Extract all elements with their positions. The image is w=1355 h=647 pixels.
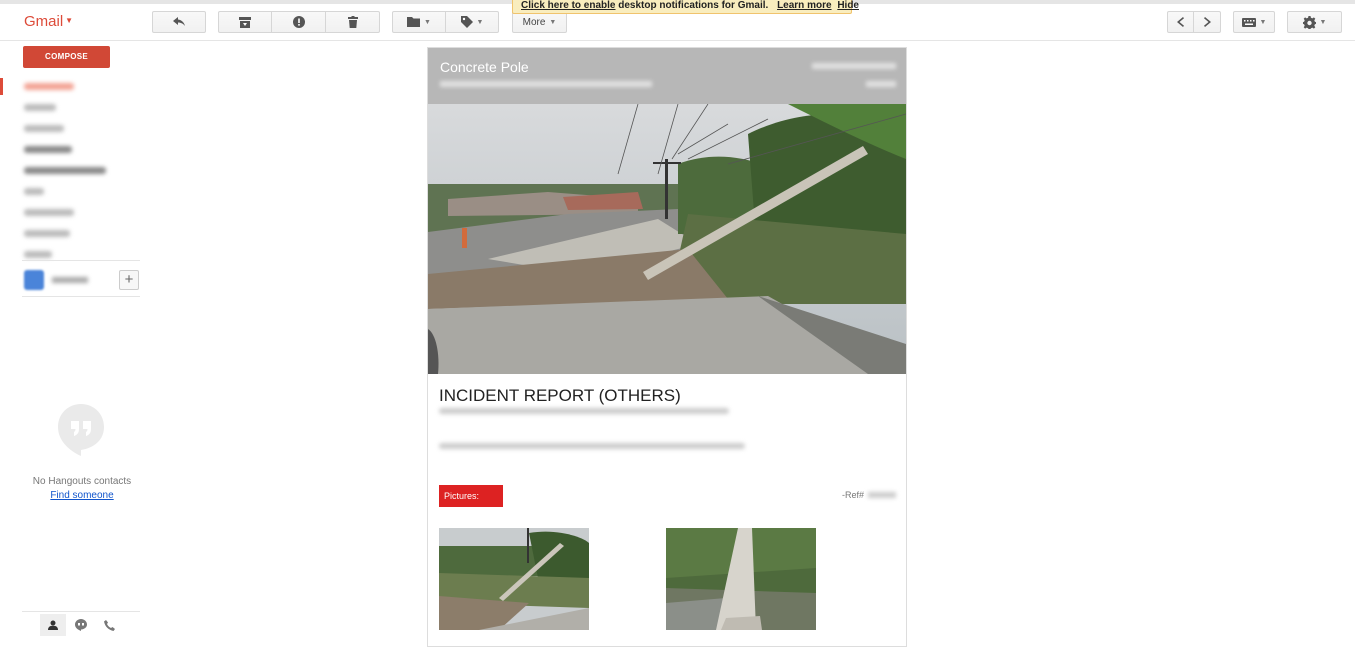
newer-button[interactable] [1167,11,1194,33]
archive-icon [239,16,251,28]
chevron-down-icon: ▼ [476,18,484,26]
pictures-label: Pictures: [439,485,503,507]
chevron-down-icon: ▼ [1259,18,1267,26]
delete-button[interactable] [325,11,380,33]
chat-icon [75,619,87,631]
report-title: INCIDENT REPORT (OTHERS) [439,386,681,405]
keyboard-icon [1241,17,1256,27]
find-someone-link[interactable]: Find someone [22,490,142,501]
nav-item-label [24,230,70,237]
chevron-down-icon: ▼ [549,18,557,26]
email-card-title: Concrete Pole [440,59,529,75]
redacted-description [439,443,745,449]
account-name[interactable] [52,277,88,283]
reply-icon [173,17,185,26]
hangouts-tabs [22,611,140,636]
photo-thumbnail-2[interactable] [666,528,816,630]
label-icon [460,16,473,28]
nav-item-label-4[interactable] [0,223,140,244]
nav-item-label [24,251,52,258]
incident-photo[interactable] [428,104,906,374]
labels-button[interactable]: ▼ [445,11,499,33]
notification-message: desktop notifications for Gmail. [615,0,769,11]
chat-tab[interactable] [68,614,94,636]
notification-bar: Click here to enable desktop notificatio… [512,0,859,14]
nav-item-label [24,104,56,111]
brand-label: Gmail [24,13,64,30]
hangouts-icon [58,404,104,456]
older-button[interactable] [1193,11,1221,33]
divider [22,296,140,297]
chevron-down-icon: ▼ [1319,18,1327,26]
settings-button[interactable]: ▼ [1287,11,1342,33]
report-spam-icon [292,16,305,28]
archive-button[interactable] [218,11,272,33]
enable-notifications-link[interactable]: Click here to enable [521,0,615,11]
email-card-header: Concrete Pole [428,48,906,104]
sidebar: COMPOSE + No Hangouts contacts Find some… [0,42,140,636]
nav-item-label [24,167,106,174]
gmail-menu[interactable]: Gmail ▼ [24,13,73,30]
nav-item-inbox[interactable] [0,76,140,97]
input-tools-button[interactable]: ▼ [1233,11,1275,33]
redacted-status [866,81,896,87]
nav-item-more[interactable] [0,244,140,265]
nav-item-label [24,146,72,153]
nav-item-sent[interactable] [0,118,140,139]
avatar[interactable] [24,270,44,290]
hide-link[interactable]: Hide [837,0,859,11]
new-hangout-button[interactable]: + [119,270,139,290]
gear-icon [1302,15,1316,29]
redacted-date [812,63,896,69]
learn-more-link[interactable]: Learn more [777,0,831,11]
nav-item-drafts[interactable] [0,139,140,160]
nav-item-label [24,125,64,132]
nav-item-starred[interactable] [0,97,140,118]
nav-item-label-3[interactable] [0,202,140,223]
phone-icon [103,619,115,631]
person-icon [48,620,58,630]
redacted-ref-number [868,492,896,498]
email-body: Concrete Pole INCIDENT REPORT (OTHERS) P… [427,47,907,647]
more-button[interactable]: More ▼ [512,11,567,33]
folder-icon [407,17,421,27]
contacts-tab[interactable] [40,614,66,636]
chevron-down-icon: ▼ [424,18,431,26]
caret-down-icon: ▼ [65,16,74,25]
hangouts-empty-text: No Hangouts contacts [32,476,132,487]
nav-item-label-2[interactable] [0,181,140,202]
redacted-location [440,81,652,87]
photo-thumbnail-1[interactable] [439,528,589,630]
delete-icon [347,16,358,28]
chevron-right-icon [1203,17,1211,27]
nav-list [0,76,140,265]
nav-item-label [24,83,74,90]
nav-item-label [24,209,74,216]
reply-button[interactable] [152,11,206,33]
redacted-report-meta [439,408,729,414]
chevron-left-icon [1177,17,1184,27]
move-to-button[interactable]: ▼ [392,11,446,33]
divider [22,260,140,261]
ref-label: -Ref# [841,490,864,500]
nav-item-label-1[interactable] [0,160,140,181]
phone-tab[interactable] [96,614,122,636]
more-label: More [522,16,546,28]
report-spam-button[interactable] [271,11,326,33]
nav-item-label [24,188,44,195]
compose-button[interactable]: COMPOSE [23,46,110,68]
